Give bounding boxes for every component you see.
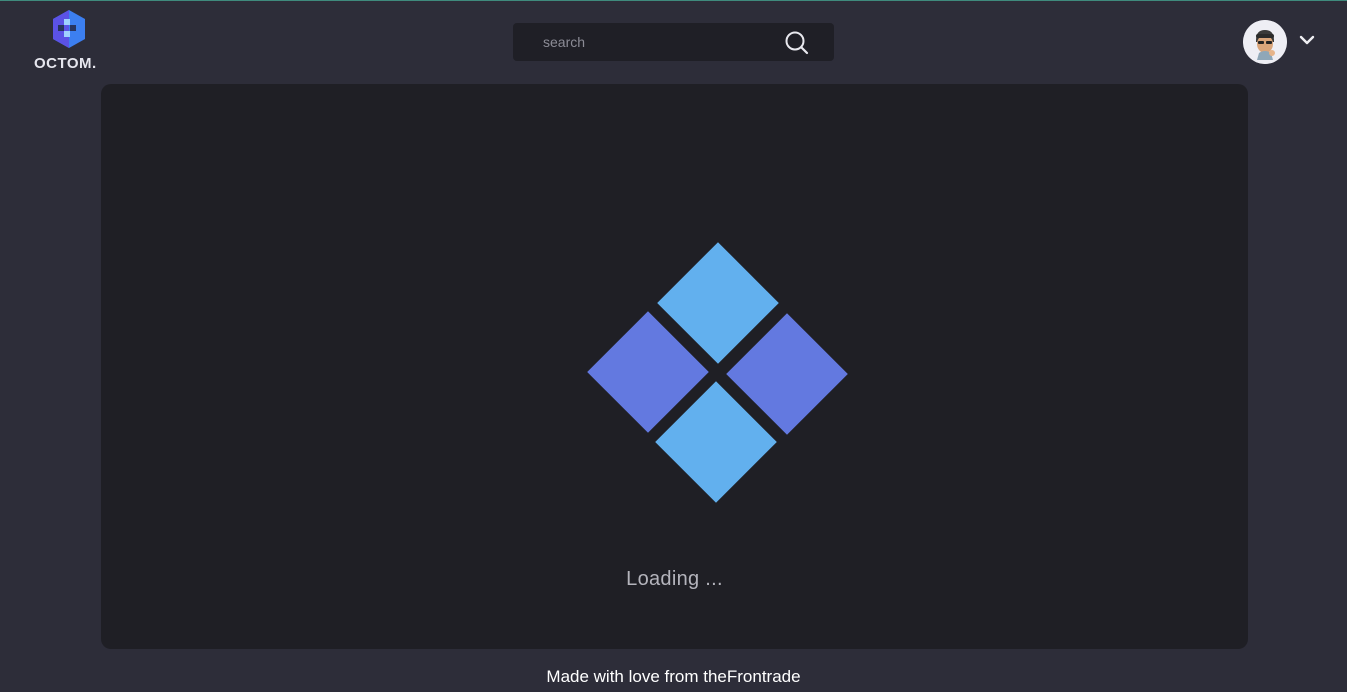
- loading-panel: Loading ...: [101, 84, 1248, 649]
- avatar[interactable]: [1243, 20, 1287, 64]
- avatar-face-icon: [1243, 20, 1287, 64]
- search-icon[interactable]: [784, 30, 810, 56]
- search-input[interactable]: [513, 23, 773, 61]
- top-accent-line: [0, 0, 1347, 1]
- footer-text: Made with love from theFrontrade: [546, 667, 801, 686]
- logo-text: OCTOM.: [34, 55, 97, 72]
- octom-logo-icon: [53, 10, 85, 48]
- loading-text: Loading ...: [626, 568, 723, 590]
- octom-logo[interactable]: OCTOM.: [34, 10, 106, 74]
- chevron-down-icon[interactable]: [1298, 33, 1316, 47]
- search-bar: [513, 23, 834, 61]
